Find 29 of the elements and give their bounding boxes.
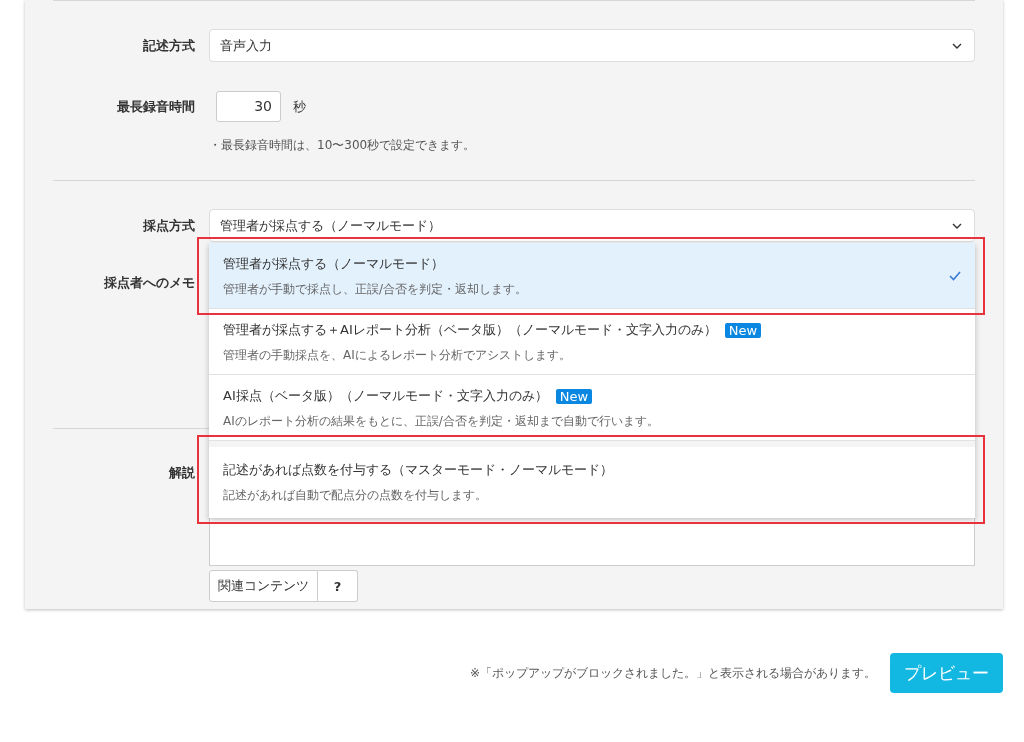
option-description: AIのレポート分析の結果をもとに、正誤/合否を判定・返却まで自動で行います。: [223, 413, 660, 430]
field-label: 記述方式: [142, 36, 196, 55]
chevron-icon: [952, 222, 962, 229]
related-content-button[interactable]: 関連コンテンツ: [209, 570, 318, 602]
new-badge: New: [724, 322, 762, 338]
checkmark-icon: [949, 271, 961, 281]
dropdown-option[interactable]: 管理者が採点する＋AIレポート分析（ベータ版）（ノーマルモード・文字入力のみ） New 管理者の手動採点を、AIによるレポート分析でアシストします。: [209, 309, 975, 375]
option-description: 記述があれば自動で配点分の点数を付与します。: [223, 487, 488, 504]
seconds-input[interactable]: 30: [216, 91, 281, 122]
hint-text: ・最長録音時間は、10〜300秒で設定できます。: [209, 137, 477, 154]
option-title: 管理者が採点する（ノーマルモード）: [223, 255, 444, 273]
option-title: AI採点（ベータ版）（ノーマルモード・文字入力のみ）: [223, 387, 548, 405]
option-description: 管理者の手動採点を、AIによるレポート分析でアシストします。: [223, 347, 572, 364]
chevron-icon: [952, 42, 962, 49]
option-description: 管理者が手動で採点し、正誤/合否を判定・返却します。: [223, 281, 529, 298]
grading-method-select[interactable]: 管理者が採点する（ノーマルモード）: [209, 209, 975, 242]
answer-format-select[interactable]: 音声入力: [209, 29, 975, 62]
dropdown-option[interactable]: 管理者が採点する（ノーマルモード） 管理者が手動で採点し、正誤/合否を判定・返却します。: [209, 243, 975, 309]
help-button[interactable]: ?: [318, 570, 358, 602]
option-title: 記述があれば点数を付与する（マスターモード・ノーマルモード）: [223, 461, 613, 479]
field-label: 解説: [168, 464, 196, 482]
footnote-text: ※「ポップアップがブロックされました。」と表示される場合があります。: [469, 664, 876, 682]
new-badge: New: [555, 388, 593, 404]
unit-label: 秒: [293, 97, 306, 116]
dropdown-option[interactable]: AI採点（ベータ版）（ノーマルモード・文字入力のみ） New AIのレポート分析の結果をもとに、正誤/合否を判定・返却まで自動で行います。: [209, 375, 975, 441]
field-label: 最長録音時間: [116, 97, 196, 116]
field-label: 採点者へのメモ: [103, 274, 196, 292]
field-label: 採点方式: [142, 216, 196, 235]
option-title: 管理者が採点する＋AIレポート分析（ベータ版）（ノーマルモード・文字入力のみ）: [223, 321, 717, 339]
